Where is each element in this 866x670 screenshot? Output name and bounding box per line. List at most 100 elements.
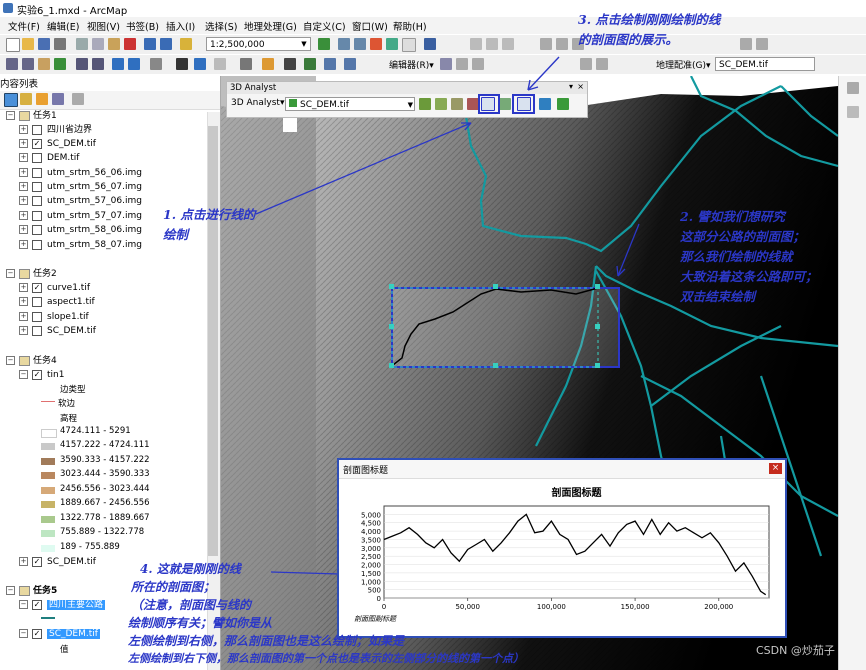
expand-icon[interactable]: +	[19, 283, 28, 292]
zoom-out-icon[interactable]	[22, 58, 34, 70]
expand-icon[interactable]: +	[19, 139, 28, 148]
layer-row-dem[interactable]: − ✓ SC_DEM.tif	[19, 628, 100, 641]
menu-window[interactable]: 窗口(W)	[352, 19, 388, 33]
close-icon[interactable]: ×	[577, 82, 584, 91]
layer-row[interactable]: + slope1.tif	[19, 311, 89, 324]
layer-row[interactable]: + utm_srtm_57_06.img	[19, 195, 142, 208]
draw-text-icon[interactable]	[756, 38, 768, 50]
expand-icon[interactable]: +	[19, 168, 28, 177]
create-features-icon[interactable]	[596, 58, 608, 70]
layer-combo[interactable]: SC_DEM.tif ▼	[285, 97, 415, 111]
layer-row[interactable]: + ✓ SC_DEM.tif	[19, 556, 96, 569]
arcscene-icon[interactable]	[539, 98, 551, 110]
layer-checkbox[interactable]	[32, 181, 42, 192]
layer-checkbox[interactable]: ✓	[32, 628, 42, 639]
print-icon[interactable]	[54, 38, 66, 50]
georef-tool-2-icon[interactable]	[556, 38, 568, 50]
layer-checkbox[interactable]: ✓	[32, 282, 42, 293]
georef-layer-combo[interactable]: SC_DEM.tif	[715, 57, 815, 71]
layer-checkbox[interactable]: ✓	[32, 556, 42, 567]
menu-bookmarks[interactable]: 书签(B)	[126, 19, 159, 33]
layer-row[interactable]: + aspect1.tif	[19, 296, 95, 309]
toc-options-icon[interactable]	[72, 93, 84, 105]
time-slider-icon[interactable]	[324, 58, 336, 70]
layer-row[interactable]: + ✓ SC_DEM.tif	[19, 138, 96, 151]
layer-checkbox[interactable]	[32, 210, 42, 221]
arctoolbox-icon[interactable]	[386, 38, 398, 50]
layer-row[interactable]: + utm_srtm_56_07.img	[19, 181, 142, 194]
layer-row[interactable]: + 四川省边界	[19, 124, 92, 137]
layer-checkbox[interactable]	[32, 167, 42, 178]
draw-tool-icon[interactable]	[740, 38, 752, 50]
fixed-zoom-in-icon[interactable]	[76, 58, 88, 70]
layer-checkbox[interactable]	[32, 195, 42, 206]
toc-icon[interactable]	[338, 38, 350, 50]
go-to-xy-icon[interactable]	[304, 58, 316, 70]
dock-tab-icon[interactable]	[847, 82, 859, 94]
expand-icon[interactable]: +	[19, 125, 28, 134]
save-icon[interactable]	[38, 38, 50, 50]
expand-icon[interactable]: +	[19, 557, 28, 566]
menu-edit[interactable]: 编辑(E)	[47, 19, 79, 33]
interpolate-polygon-icon[interactable]	[499, 98, 511, 110]
expand-icon[interactable]: +	[19, 196, 28, 205]
edit-annotation-icon[interactable]	[456, 58, 468, 70]
layer-checkbox[interactable]	[32, 239, 42, 250]
collapse-icon[interactable]: −	[19, 370, 28, 379]
list-by-selection-icon[interactable]	[52, 93, 64, 105]
collapse-icon[interactable]: −	[6, 269, 15, 278]
scale-combo[interactable]: 1:2,500,000 ▼	[206, 37, 311, 51]
identify-icon[interactable]	[194, 58, 206, 70]
layer-checkbox[interactable]	[32, 224, 42, 235]
toc-scroll-thumb[interactable]	[208, 126, 218, 556]
editor-toolbar-icon[interactable]	[318, 38, 330, 50]
redo-icon[interactable]	[160, 38, 172, 50]
collapse-icon[interactable]: −	[6, 586, 15, 595]
zoom-in-icon[interactable]	[6, 58, 18, 70]
layer-row[interactable]: + ✓ curve1.tif	[19, 282, 90, 295]
group-task2[interactable]: − 任务2	[6, 268, 57, 281]
menu-help[interactable]: 帮助(H)	[393, 19, 427, 33]
menu-select[interactable]: 选择(S)	[205, 19, 237, 33]
layer-checkbox[interactable]	[32, 152, 42, 163]
toolbar-menu-icon[interactable]: ▾	[569, 82, 573, 91]
layer-row[interactable]: + utm_srtm_56_06.img	[19, 167, 142, 180]
expand-icon[interactable]: +	[19, 225, 28, 234]
forward-icon[interactable]	[128, 58, 140, 70]
undo-icon[interactable]	[144, 38, 156, 50]
expand-icon[interactable]: +	[19, 326, 28, 335]
select-features-icon[interactable]	[150, 58, 162, 70]
group-task1[interactable]: − 任务1	[6, 110, 57, 123]
catalog-icon[interactable]	[354, 38, 366, 50]
copy-icon[interactable]	[92, 38, 104, 50]
list-by-drawing-order-icon[interactable]	[4, 93, 18, 107]
full-extent-icon[interactable]	[54, 58, 66, 70]
expand-icon[interactable]: +	[19, 312, 28, 321]
new-icon[interactable]	[6, 38, 20, 52]
collapse-icon[interactable]: −	[19, 629, 28, 638]
menu-file[interactable]: 文件(F)	[8, 19, 40, 33]
expand-icon[interactable]: +	[19, 297, 28, 306]
open-icon[interactable]	[22, 38, 34, 50]
collapse-icon[interactable]: −	[6, 356, 15, 365]
arcglobe-icon[interactable]	[557, 98, 569, 110]
find-route-icon[interactable]	[262, 58, 274, 70]
python-icon[interactable]	[402, 38, 416, 52]
fixed-zoom-out-icon[interactable]	[92, 58, 104, 70]
layer-checkbox[interactable]	[32, 124, 42, 135]
expand-icon[interactable]: +	[19, 240, 28, 249]
menu-customize[interactable]: 自定义(C)	[303, 19, 346, 33]
layer-checkbox[interactable]	[32, 296, 42, 307]
layer-checkbox[interactable]	[32, 311, 42, 322]
hyperlink-icon[interactable]	[214, 58, 226, 70]
find-icon[interactable]	[284, 58, 296, 70]
expand-icon[interactable]: +	[19, 153, 28, 162]
line-of-sight-icon[interactable]	[451, 98, 463, 110]
profile-window-titlebar[interactable]: 剖面图标题 ×	[339, 460, 785, 479]
back-icon[interactable]	[112, 58, 124, 70]
sketch-props-icon[interactable]	[580, 58, 592, 70]
layer-row-roads[interactable]: − ✓ 四川主要公路	[19, 599, 106, 612]
create-viewer-icon[interactable]	[344, 58, 356, 70]
pan-icon[interactable]	[38, 58, 50, 70]
snapping-icon[interactable]	[470, 38, 482, 50]
